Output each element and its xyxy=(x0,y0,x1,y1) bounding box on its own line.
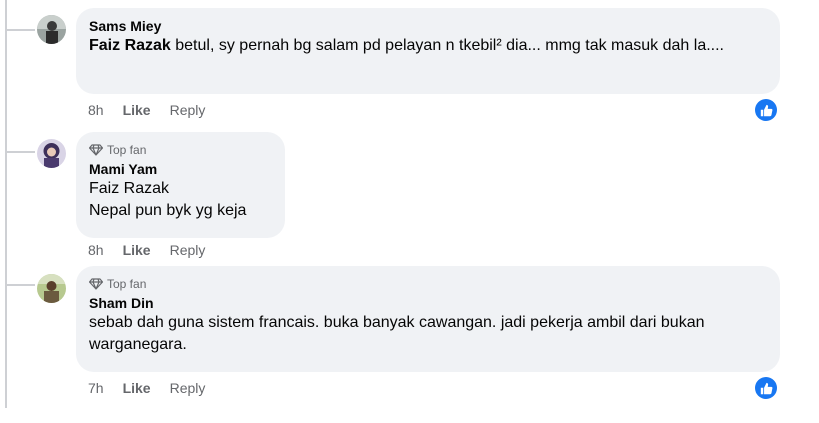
comment-body: sebab dah guna sistem francais. buka ban… xyxy=(89,314,705,353)
badge-label: Top fan xyxy=(107,143,147,157)
avatar[interactable] xyxy=(37,139,66,168)
thread-line xyxy=(5,0,7,408)
comment-author[interactable]: Mami Yam xyxy=(89,160,272,178)
diamond-icon xyxy=(89,144,103,156)
comment-time[interactable]: 8h xyxy=(88,102,104,118)
reply-button[interactable]: Reply xyxy=(170,380,206,396)
comment-time[interactable]: 7h xyxy=(88,380,104,396)
comment-bubble: Top fan Mami Yam Faiz Razak Nepal pun by… xyxy=(76,132,285,238)
badge-label: Top fan xyxy=(107,277,147,291)
comment-actions: 8h Like Reply xyxy=(88,102,224,118)
comment-bubble: Top fan Sham Din sebab dah guna sistem f… xyxy=(76,266,780,372)
comment-body: Nepal pun byk yg keja xyxy=(89,202,247,219)
thread-branch xyxy=(5,29,35,31)
comment-body: betul, sy pernah bg salam pd pelayan n t… xyxy=(170,37,724,54)
thread-branch xyxy=(5,151,35,153)
reply-button[interactable]: Reply xyxy=(170,102,206,118)
comment-author[interactable]: Sams Miey xyxy=(89,17,767,35)
diamond-icon xyxy=(89,278,103,290)
top-fan-badge: Top fan xyxy=(89,276,767,292)
like-button[interactable]: Like xyxy=(123,380,151,396)
comment-text: Faiz Razak betul, sy pernah bg salam pd … xyxy=(89,35,767,57)
avatar[interactable] xyxy=(37,15,66,44)
like-button[interactable]: Like xyxy=(123,102,151,118)
like-button[interactable]: Like xyxy=(123,242,151,258)
avatar[interactable] xyxy=(37,274,66,303)
comment-time[interactable]: 8h xyxy=(88,242,104,258)
thread-branch xyxy=(5,284,35,286)
top-fan-badge: Top fan xyxy=(89,142,272,158)
reply-button[interactable]: Reply xyxy=(170,242,206,258)
mention-link[interactable]: Faiz Razak xyxy=(89,178,272,200)
like-reaction-icon[interactable] xyxy=(755,377,777,399)
comment-bubble: Sams Miey Faiz Razak betul, sy pernah bg… xyxy=(76,8,780,94)
comment-actions: 7h Like Reply xyxy=(88,380,224,396)
comment-author[interactable]: Sham Din xyxy=(89,294,767,312)
mention-link[interactable]: Faiz Razak xyxy=(89,37,171,54)
like-reaction-icon[interactable] xyxy=(755,99,777,121)
comment-actions: 8h Like Reply xyxy=(88,242,224,258)
